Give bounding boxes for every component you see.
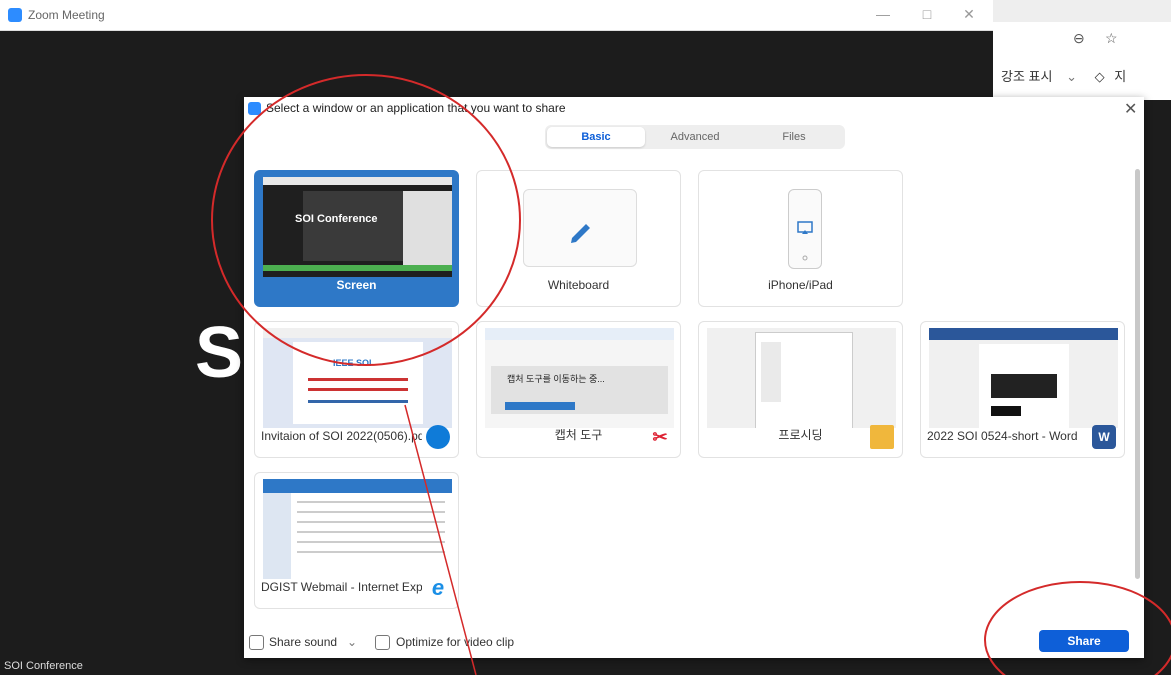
share-screen-dialog: Select a window or an application that y… — [244, 97, 1144, 658]
dialog-close-button[interactable]: ✕ — [1124, 99, 1137, 119]
snipping-tool-icon: ✂ — [652, 426, 668, 447]
folder-icon — [870, 425, 894, 449]
background-window: ⊖ ☆ 강조 표시 ⌄ ◇ 지 — [993, 0, 1171, 100]
share-button[interactable]: Share — [1039, 630, 1129, 652]
highlight-text: 강조 표시 — [1001, 69, 1053, 84]
share-sound-label: Share sound — [269, 635, 338, 649]
pencil-icon — [571, 224, 590, 243]
scrollbar[interactable] — [1135, 169, 1140, 579]
background-window-tabstrip — [993, 0, 1171, 22]
optimize-video-checkbox[interactable] — [375, 635, 390, 650]
folder-thumbnail — [707, 328, 896, 428]
airplay-icon — [797, 221, 813, 261]
tab-basic[interactable]: Basic — [547, 127, 645, 147]
share-tile-snipping-tool[interactable]: 캡처 도구를 이동하는 중... 캡처 도구 ✂ — [476, 321, 681, 458]
close-window-button[interactable]: ✕ — [959, 6, 979, 23]
participant-name-label: SOI Conference — [4, 660, 83, 672]
tile-label-iphone: iPhone/iPad — [768, 278, 833, 292]
edge-icon — [426, 425, 450, 449]
tile-label-folder: 프로시딩 — [778, 428, 823, 442]
overflow-char: 지 — [1114, 69, 1127, 84]
share-tile-folder[interactable]: 프로시딩 — [698, 321, 903, 458]
share-tile-whiteboard[interactable]: Whiteboard — [476, 170, 681, 307]
minimize-button[interactable]: — — [873, 6, 893, 22]
zoom-out-icon[interactable]: ⊖ — [1073, 30, 1085, 47]
phone-preview — [788, 189, 822, 269]
tile-label-ie: DGIST Webmail - Internet Explorer — [261, 580, 422, 594]
tile-label-snipping: 캡처 도구 — [554, 428, 603, 442]
snipping-thumbnail: 캡처 도구를 이동하는 중... — [485, 328, 674, 428]
tile-label-pdf: Invitaion of SOI 2022(0506).pdf - ... — [261, 429, 422, 443]
favorite-icon[interactable]: ☆ — [1105, 30, 1118, 47]
zoom-app-icon — [8, 8, 22, 22]
screen-thumb-title: SOI Conference — [295, 213, 378, 225]
share-tile-ie[interactable]: DGIST Webmail - Internet Explorer e — [254, 472, 459, 609]
window-title: Zoom Meeting — [28, 8, 105, 22]
share-tabs: Basic Advanced Files — [545, 125, 845, 149]
tile-label-word: 2022 SOI 0524-short - Word — [927, 429, 1078, 443]
share-tile-screen[interactable]: SOI Conference Screen — [254, 170, 459, 307]
word-icon: W — [1092, 425, 1116, 449]
whiteboard-preview — [523, 189, 637, 267]
share-tile-iphone-ipad[interactable]: iPhone/iPad — [698, 170, 903, 307]
dialog-title: Select a window or an application that y… — [266, 101, 566, 115]
snipping-thumb-text: 캡처 도구를 이동하는 중... — [507, 374, 605, 384]
word-thumbnail — [929, 328, 1118, 428]
maximize-button[interactable]: □ — [917, 6, 937, 22]
optimize-video-label: Optimize for video clip — [396, 635, 515, 649]
tab-files[interactable]: Files — [745, 127, 843, 147]
zoom-app-icon — [248, 102, 261, 115]
pdf-thumb-text: IEEE SOI — [333, 358, 372, 368]
tile-label-screen: Screen — [336, 278, 377, 292]
share-tile-word[interactable]: 2022 SOI 0524-short - Word W — [920, 321, 1125, 458]
screen-thumbnail: SOI Conference — [263, 177, 452, 277]
share-sound-checkbox[interactable] — [249, 635, 264, 650]
zoom-titlebar: Zoom Meeting — □ ✕ — [0, 0, 993, 31]
highlight-label[interactable]: 강조 표시 ⌄ ◇ 지 — [1001, 66, 1126, 85]
tab-advanced[interactable]: Advanced — [646, 127, 744, 147]
share-tile-pdf-window[interactable]: IEEE SOI Invitaion of SOI 2022(0506).pdf… — [254, 321, 459, 458]
eraser-icon[interactable]: ◇ — [1095, 69, 1105, 84]
participant-initial: S — [195, 313, 244, 393]
tile-label-whiteboard: Whiteboard — [547, 278, 610, 292]
ie-icon: e — [431, 575, 445, 600]
pdf-thumbnail: IEEE SOI — [263, 328, 452, 428]
share-sound-dropdown-icon[interactable]: ⌄ — [347, 635, 357, 649]
chevron-down-icon: ⌄ — [1066, 69, 1077, 84]
ie-thumbnail — [263, 479, 452, 579]
